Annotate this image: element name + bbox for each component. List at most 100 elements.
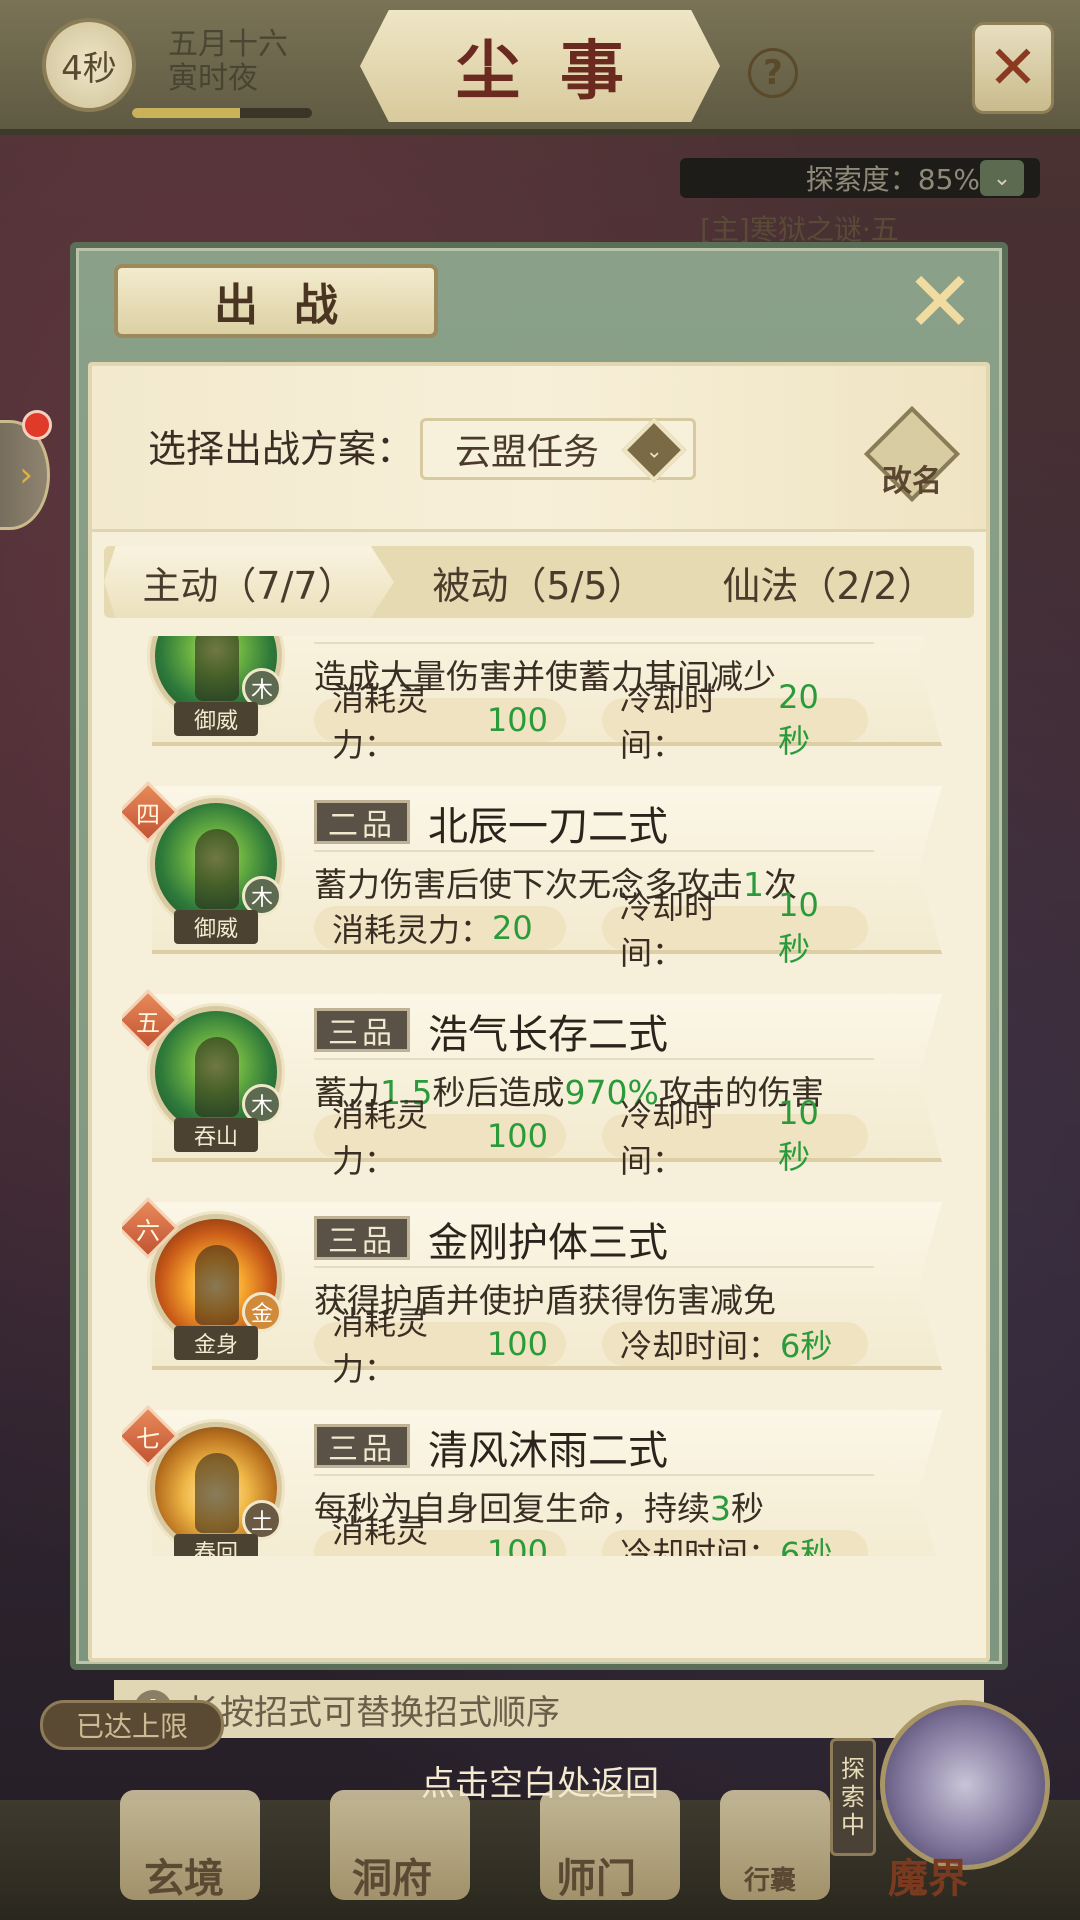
plan-dropdown[interactable]: 云盟任务 ⌄ [420,417,696,483]
divider [314,1266,874,1268]
rank-number: 六 [136,1216,160,1245]
tab-passive-skills[interactable]: 被动（5/5） [394,546,684,618]
skill-list[interactable]: 木御威三二品造成大量伤害并使蓄力其间减少消耗灵力：100冷却时间：20秒木御威四… [122,636,962,1556]
nav-mojie[interactable]: 魔界 [888,1846,968,1904]
nav-dongfu[interactable]: 洞府 [352,1846,432,1904]
grade-badge: 二品 [314,800,410,844]
skill-tabs: 主动（7/7） 被动（5/5） 仙法（2/2） [104,546,974,618]
cost-pill: 消耗灵力： 20 [314,906,566,950]
skill-name: 北辰一刀二式 [428,804,668,850]
cost-pill: 消耗灵力： 100 [314,680,566,764]
page-title-plaque: 尘事 [360,10,720,122]
cost-pill: 消耗灵力： 100 [314,1304,566,1388]
skill-card[interactable]: 木吞山五三品 浩气长存二式 蓄力1.5秒后造成970%攻击的伤害 消耗灵力： 100 冷却… [122,984,952,1180]
skill-name: 金刚护体三式 [428,1220,668,1266]
modal-title: 出战 [214,280,374,331]
rename-label: 改名 [882,464,942,499]
plan-row: 选择出战方案： 云盟任务 ⌄ 改名 [92,366,986,532]
help-button[interactable]: ? [748,48,798,98]
cooldown-pill: 冷却时间： 10秒 [602,886,868,972]
chevron-down-icon[interactable]: ⌄ [980,160,1024,196]
close-page-button[interactable]: ✕ [972,22,1054,114]
cost-label: 消耗灵力： [332,1304,429,1388]
hint-text: 长按招式可替换招式顺序 [186,1692,560,1733]
divider [314,642,874,644]
arrow-right-icon: › [19,455,33,495]
demon-realm-icon [880,1700,1050,1870]
cooldown-pill: 冷却时间： 10秒 [602,1094,868,1180]
top-bar: 4秒 五月十六 寅时夜 尘事 ? ✕ [0,0,1080,135]
figure-icon [195,1453,239,1533]
cooldown-pill: 冷却时间： 6秒 [602,1322,868,1366]
modal-content: 选择出战方案： 云盟任务 ⌄ 改名 主动（7/7） 被动（5/5） 仙法（2/2… [88,362,990,1738]
cost-value: 100 [486,1325,548,1363]
cost-label: 消耗灵力： [332,1512,429,1550]
skill-tag: 金身 [174,1326,258,1360]
cost-pill: 消耗灵力： 100 [314,1512,566,1556]
tab-spells[interactable]: 仙法（2/2） [684,546,974,618]
tab-active-skills[interactable]: 主动（7/7） [104,546,394,618]
hint-bar: ! 长按招式可替换招式顺序 [114,1680,984,1738]
cooldown-label: 冷却时间： [620,1535,781,1556]
figure-icon [195,829,239,909]
cooldown-value: 6秒 [780,1327,833,1365]
skill-name: 浩气长存二式 [428,1012,668,1058]
cooldown-pill: 冷却时间： 20秒 [602,678,868,764]
cost-value: 100 [486,1533,548,1556]
plan-label: 选择出战方案： [148,427,415,471]
modal-close-button[interactable]: ✕ [904,260,976,344]
cooldown-label: 冷却时间： [620,888,717,972]
desc-segment: 3 [710,1489,731,1528]
exploration-label: 探索度：85% [805,163,980,196]
grade-badge: 三品 [314,1216,410,1260]
cooldown-value: 10秒 [778,1094,819,1176]
cooldown-value: 6秒 [780,1535,833,1556]
limit-badge: 已达上限 [40,1700,224,1750]
cooldown-label: 冷却时间： [620,680,717,764]
day-progress-fill [132,108,240,118]
exploring-tag: 探索中 [830,1738,876,1856]
nav-shimen[interactable]: 师门 [556,1846,636,1904]
cost-label: 消耗灵力： [332,911,493,949]
cost-pill: 消耗灵力： 100 [314,1096,566,1180]
cost-value: 100 [486,701,548,739]
cooldown-pill: 冷却时间： 6秒 [602,1530,868,1556]
modal-title-plaque: 出战 [114,264,438,338]
skill-card[interactable]: 木御威三二品造成大量伤害并使蓄力其间减少消耗灵力：100冷却时间：20秒 [122,636,952,764]
rank-number: 七 [136,1424,160,1453]
skill-tag: 春回 [174,1534,258,1556]
nav-xuanjing[interactable]: 玄境 [144,1846,224,1904]
skill-tag: 御威 [174,702,258,736]
skill-tag: 吞山 [174,1118,258,1152]
time-line: 寅时夜 [168,61,258,96]
cooldown-value: 10秒 [778,886,819,968]
cost-label: 消耗灵力： [332,1096,429,1180]
cooldown-label: 冷却时间： [620,1327,781,1365]
page-title: 尘事 [456,34,664,109]
battle-modal: 出战 ✕ 选择出战方案： 云盟任务 ⌄ 改名 主动（7/7） 被动（5/5） 仙… [70,242,1008,1738]
day-progress-bar [132,108,312,118]
skill-tag: 御威 [174,910,258,944]
skill-card[interactable]: 土春回七三品清风沐雨二式每秒为自身回复生命，持续3秒消耗灵力：100冷却时间：6… [122,1400,952,1556]
rename-button[interactable]: 改名 [863,405,961,503]
figure-icon [195,1037,239,1117]
timer-badge: 4秒 [42,18,136,112]
divider [314,850,874,852]
cooldown-label: 冷却时间： [620,1096,717,1180]
nav-bag[interactable]: 行囊 [744,1860,796,1897]
grade-badge: 三品 [314,1008,410,1052]
skill-name: 清风沐雨二式 [428,1428,668,1474]
desc-segment: 秒 [731,1489,764,1528]
grade-badge: 三品 [314,1424,410,1468]
rank-number: 五 [136,1008,160,1037]
cooldown-value: 20秒 [778,678,819,760]
figure-icon [195,1245,239,1325]
cost-value: 20 [492,909,533,947]
plan-value: 云盟任务 [455,432,600,473]
divider [314,1058,874,1060]
skill-card[interactable]: 金金身六三品 金刚护体三式 获得护盾并使护盾获得伤害减免 消耗灵力： 100 冷却时间： 6… [122,1192,952,1388]
notification-dot [22,410,52,440]
rank-number: 四 [136,800,160,829]
game-date: 五月十六 寅时夜 [168,28,288,96]
skill-card[interactable]: 木御威四二品 北辰一刀二式 蓄力伤害后使下次无念多攻击1次 消耗灵力： 20 冷却时间： 1… [122,776,952,972]
